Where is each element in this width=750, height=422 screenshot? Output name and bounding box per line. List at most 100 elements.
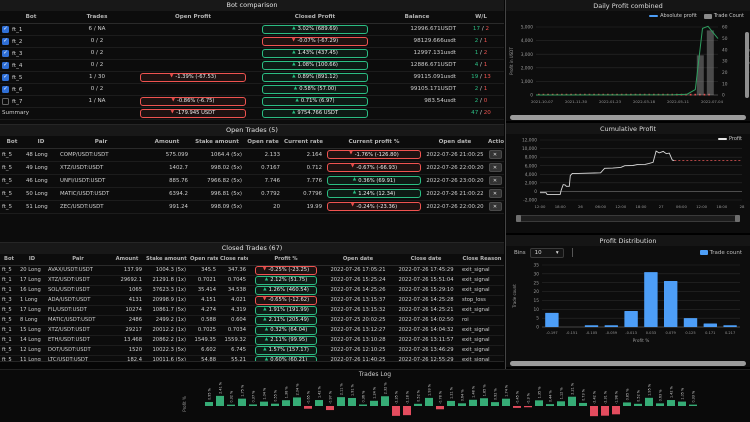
table-row[interactable]: ft_1 17 Long XTZ/USDT:USDT 29692.1 21291.8 (…: [0, 275, 504, 286]
forced-exit-button[interactable]: ✕: [488, 150, 502, 159]
bot-checkbox[interactable]: ✓: [2, 85, 9, 93]
svg-text:0.52 %: 0.52 %: [417, 389, 421, 402]
bot-checkbox[interactable]: ✓: [2, 25, 9, 33]
svg-text:0.63 %: 0.63 %: [659, 389, 663, 402]
losses-count: 20: [483, 110, 491, 116]
cell-closed-profit: ▲ 9754.766 USDT: [254, 107, 376, 120]
profit-value: 1.24% (12.34): [358, 190, 396, 197]
bot-checkbox[interactable]: ✓: [2, 61, 9, 69]
bot-checkbox[interactable]: ✓: [2, 73, 9, 81]
horizontal-scrollbar[interactable]: [510, 115, 746, 120]
profit-distribution-panel: Profit Distribution Bins 10 ▾ Trade coun…: [506, 235, 750, 369]
legend-item-trade-count[interactable]: Trade count: [699, 250, 742, 256]
horizontal-scrollbar[interactable]: [510, 361, 746, 366]
cell-actions: ✕: [486, 174, 504, 188]
cell-actions: ✕: [486, 148, 504, 162]
table-row[interactable]: ft_5 46 Long UNFI/USDT:USDT 885.76 7966.82 (…: [0, 174, 504, 188]
tables-column: Bot comparison Bot Trades Open Profit Close…: [0, 0, 504, 362]
cell-pair: ZEC/USDT:USDT: [58, 200, 144, 214]
legend-item-profit[interactable]: Profit: [717, 136, 742, 142]
cell-profit: ▲ 2.11% (205.49): [248, 315, 324, 326]
table-row[interactable]: ft_5 17 Long FIL/USDT:USDT 10274 10861.7 (5x…: [0, 305, 504, 316]
legend-item-absolute-profit[interactable]: Absolute profit: [649, 13, 697, 19]
column-header: Closed Profit: [254, 11, 376, 24]
table-row[interactable]: ft_3 1 Long ADA/USDT:USDT 4131 20998.9 (1x) 4…: [0, 295, 504, 306]
table-row[interactable]: ft_1 16 Long SOL/USDT:USDT 1065 37623.3 (1x)…: [0, 285, 504, 296]
cell-current-rate: 2.164: [282, 148, 324, 162]
forced-exit-button[interactable]: ✕: [488, 176, 502, 185]
bins-value: 10: [534, 249, 542, 256]
svg-text:0.217: 0.217: [725, 331, 735, 335]
vertical-scrollbar[interactable]: [745, 32, 749, 98]
forced-exit-button[interactable]: ✕: [488, 163, 502, 172]
up-arrow-icon: ▲: [293, 85, 298, 91]
cell-id: 51 Long: [24, 200, 58, 214]
cell-profit: ▼ -0.25% (-23.25): [248, 265, 324, 276]
trades-log-chart[interactable]: Profit % 0.95 % 2.41 % 0.32 % 1.75 % 0.37 % 1.…: [0, 380, 750, 422]
cell-bot: ft_5: [0, 161, 24, 175]
svg-text:0.44 %: 0.44 %: [549, 390, 553, 403]
svg-text:4,000: 4,000: [521, 38, 534, 44]
legend-label: Trade Count: [713, 13, 744, 19]
cell-close-reason: exit_signal: [460, 325, 504, 336]
cell-id: 14 Long: [18, 335, 46, 346]
bot-checkbox[interactable]: [2, 97, 9, 105]
cell-current-rate: 19.99: [282, 200, 324, 214]
cumulative-profit-chart[interactable]: -2,000 0 2,000 4,000 6,000 8,000 10,000 12,000 1…: [506, 134, 750, 214]
svg-text:2021-11-30: 2021-11-30: [565, 99, 588, 104]
table-row[interactable]: ft_5 48 Long COMP/USDT:USDT 575.099 1064.4 (…: [0, 148, 504, 162]
cell-win-loss: 1 / 2: [458, 47, 504, 60]
cell-open-rate: 6.602: [188, 345, 218, 356]
daily-profit-chart[interactable]: 0 1,000 2,000 3,000 4,000 5,000 0 10 20 30 40 50 60 P…: [506, 11, 750, 116]
column-header: Open Profit: [132, 11, 254, 24]
bins-select[interactable]: 10 ▾: [529, 247, 564, 258]
cell-pair: ADA/USDT:USDT: [46, 295, 110, 306]
bot-checkbox[interactable]: ✓: [2, 49, 9, 57]
cell-bot: ft_5: [0, 355, 18, 361]
svg-text:1.91 %: 1.91 %: [351, 383, 355, 396]
svg-text:-0.97 %: -0.97 %: [329, 390, 333, 404]
table-row: ✓ ft_5 1 / 30 ▼ -1.39% (-67.53) ▲ 0.89% (891.1…: [0, 71, 504, 84]
cell-closed-profit: ▲ 3.02% (689.69): [254, 23, 376, 36]
table-row[interactable]: ft_5 51 Long ZEC/USDT:USDT 991.24 998.09 (5x…: [0, 200, 504, 214]
cell-id: 48 Long: [24, 148, 58, 162]
table-row[interactable]: ft_5 49 Long XTZ/USDT:USDT 1402.7 998.02 (5x…: [0, 161, 504, 175]
profit-distribution-chart[interactable]: 0 5 10 15 20 25 30 35 -0.197 -0.151 -0.105 -0.059 -0…: [506, 259, 750, 359]
bot-checkbox[interactable]: ✓: [2, 37, 9, 45]
table-row[interactable]: ft_5 8 Long MATIC/USDT:USDT 2486 2499.2 (1x)…: [0, 315, 504, 326]
down-arrow-icon: ▼: [262, 296, 267, 302]
datazoom-slider[interactable]: [516, 215, 740, 222]
slider-handle-left[interactable]: [516, 215, 521, 222]
svg-text:0.95 %: 0.95 %: [208, 387, 212, 400]
daily-profit-legend: Absolute profit Trade Count: [649, 13, 744, 19]
table-row[interactable]: ft_5 20 Long AVAX/USDT:USDT 137.99 1004.3 (5…: [0, 265, 504, 276]
cell-amount: 575.099: [144, 148, 190, 162]
column-header: Close rate: [218, 254, 248, 266]
up-arrow-icon: ▲: [352, 177, 357, 183]
column-header: Trades: [62, 11, 132, 24]
profit-value: -1.39% (-67.53): [175, 74, 217, 80]
legend-item-trade-count[interactable]: Trade Count: [703, 13, 744, 19]
losses-count: 1: [483, 38, 488, 44]
forced-exit-button[interactable]: ✕: [488, 202, 502, 211]
table-row[interactable]: ft_1 14 Long ETH/USDT:USDT 13.468 20862.2 (1…: [0, 335, 504, 346]
cell-bot: ft_5: [0, 265, 18, 276]
cell-open-profit: ▼ -0.86% (-6.75): [132, 95, 254, 108]
table-row[interactable]: ft_5 50 Long MATIC/USDT:USDT 6394.2 996.81 (…: [0, 187, 504, 201]
svg-text:1.12 %: 1.12 %: [560, 387, 564, 400]
slider-handle-right[interactable]: [735, 215, 740, 222]
svg-text:1.74 %: 1.74 %: [505, 384, 509, 397]
table-row[interactable]: ft_1 15 Long XTZ/USDT:USDT 29217 20012.2 (1x…: [0, 325, 504, 336]
profit-value: 0.36% (69.91): [358, 177, 396, 184]
cell-id: 12 Long: [18, 345, 46, 356]
forced-exit-button[interactable]: ✕: [488, 189, 502, 198]
table-row[interactable]: ft_5 12 Long DOT/USDT:USDT 1520 10022.3 (5x)…: [0, 345, 504, 356]
cell-win-loss: 47 / 20: [458, 107, 504, 120]
svg-text:1,000: 1,000: [521, 79, 534, 85]
losses-count: 1: [483, 62, 488, 68]
table-row[interactable]: ft_5 11 Long LTC/USDT:USDT 182.4 10011.6 (5x…: [0, 355, 504, 361]
chevron-down-icon: ▾: [555, 249, 559, 256]
column-header: ID: [18, 254, 46, 266]
trades-log-svg: Profit % 0.95 % 2.41 % 0.32 % 1.75 % 0.37 % 1.…: [182, 381, 697, 417]
svg-text:0.171: 0.171: [705, 331, 715, 335]
